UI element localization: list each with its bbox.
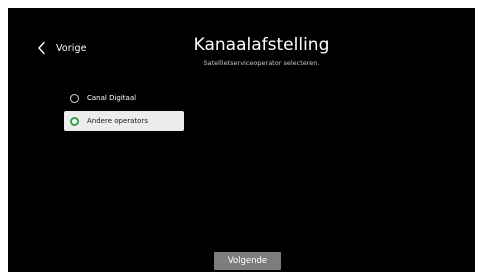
tv-screen: Vorige Kanaalafstelling Satellietservice… [8,8,475,272]
radio-selected-icon [70,116,79,126]
radio-unselected-icon [70,93,79,103]
page-title: Kanaalafstelling [193,35,330,55]
operator-option-label: Andere operators [87,117,148,125]
page-subtitle: Satellietserviceoperator selecteren. [203,59,320,67]
operator-option-andere-operators[interactable]: Andere operators [64,111,184,131]
operator-option-canal-digitaal[interactable]: Canal Digitaal [64,88,184,108]
next-button[interactable]: Volgende [214,252,281,270]
operator-option-label: Canal Digitaal [87,94,137,102]
